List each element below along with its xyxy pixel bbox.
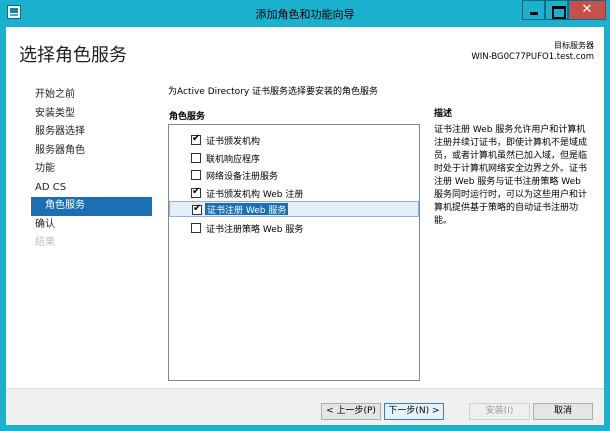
- role-services-heading: 角色服务: [169, 112, 206, 122]
- role-service-checkbox[interactable]: [191, 186, 201, 198]
- role-service-item[interactable]: 证书颁发机构: [169, 132, 419, 148]
- intro-text: 为Active Directory 证书服务选择要安装的角色服务: [168, 87, 379, 97]
- role-service-checkbox[interactable]: [192, 203, 202, 215]
- nav-item[interactable]: AD CS: [35, 179, 152, 198]
- role-service-checkbox[interactable]: [191, 133, 201, 145]
- close-icon: ✕: [581, 2, 593, 17]
- role-service-checkbox[interactable]: [191, 170, 201, 180]
- nav-item[interactable]: 开始之前: [35, 86, 152, 105]
- role-service-checkbox[interactable]: [191, 153, 201, 163]
- nav-item[interactable]: 服务器角色: [35, 142, 152, 161]
- minimize-button[interactable]: [522, 0, 545, 20]
- description-text: 证书注册 Web 服务允许用户和计算机注册并续订证书，即使计算机不是域成员，或者…: [434, 125, 588, 226]
- target-server-name: WIN-BG0C77PUFO1.test.com: [471, 52, 594, 62]
- role-service-item[interactable]: 证书注册 Web 服务: [169, 201, 419, 217]
- install-button[interactable]: 安装(I): [469, 403, 530, 420]
- window-title: 添加角色和功能向导: [255, 8, 355, 21]
- maximize-button[interactable]: [545, 0, 568, 20]
- nav-item[interactable]: 服务器选择: [35, 123, 152, 142]
- close-button[interactable]: ✕: [568, 0, 606, 20]
- role-service-item[interactable]: 证书注册策略 Web 服务: [169, 220, 419, 236]
- next-button[interactable]: 下一步(N) >: [384, 403, 444, 420]
- nav-item[interactable]: 安装类型: [35, 105, 152, 124]
- role-service-label: 证书颁发机构 Web 注册: [206, 190, 304, 200]
- role-service-label: 联机响应程序: [206, 155, 261, 165]
- title-bar[interactable]: 添加角色和功能向导 ✕: [0, 0, 610, 26]
- cancel-button[interactable]: 取消: [533, 403, 593, 420]
- button-bar: < 上一步(P) 下一步(N) > 安装(I) 取消: [6, 388, 604, 425]
- wizard-window: 添加角色和功能向导 ✕ 选择角色服务 目标服务器 WIN-BG0C77PUFO1…: [0, 0, 610, 431]
- previous-button[interactable]: < 上一步(P): [321, 403, 381, 420]
- description-heading: 描述: [434, 109, 453, 119]
- nav-item[interactable]: 确认: [35, 216, 152, 235]
- role-service-checkbox[interactable]: [191, 223, 201, 233]
- role-service-label: 网络设备注册服务: [206, 172, 279, 182]
- role-services-list[interactable]: 证书颁发机构联机响应程序网络设备注册服务证书颁发机构 Web 注册证书注册 We…: [168, 124, 420, 381]
- nav-item: 结果: [35, 237, 55, 248]
- role-service-label: 证书注册 Web 服务: [205, 203, 289, 216]
- nav-item[interactable]: 角色服务: [31, 197, 152, 216]
- wizard-client-area: 选择角色服务 目标服务器 WIN-BG0C77PUFO1.test.com 开始…: [6, 27, 604, 425]
- page-title: 选择角色服务: [19, 45, 127, 66]
- role-service-item[interactable]: 证书颁发机构 Web 注册: [169, 185, 419, 201]
- nav-item[interactable]: 功能: [35, 160, 152, 179]
- role-service-label: 证书注册策略 Web 服务: [206, 225, 304, 235]
- role-service-label: 证书颁发机构: [206, 137, 261, 147]
- target-server-label: 目标服务器: [554, 41, 594, 50]
- wizard-nav: 开始之前 安装类型 服务器选择 服务器角色 功能 AD CS 角色服务 确认结果: [31, 86, 152, 253]
- role-service-item[interactable]: 网络设备注册服务: [169, 167, 419, 183]
- role-service-item[interactable]: 联机响应程序: [169, 150, 419, 166]
